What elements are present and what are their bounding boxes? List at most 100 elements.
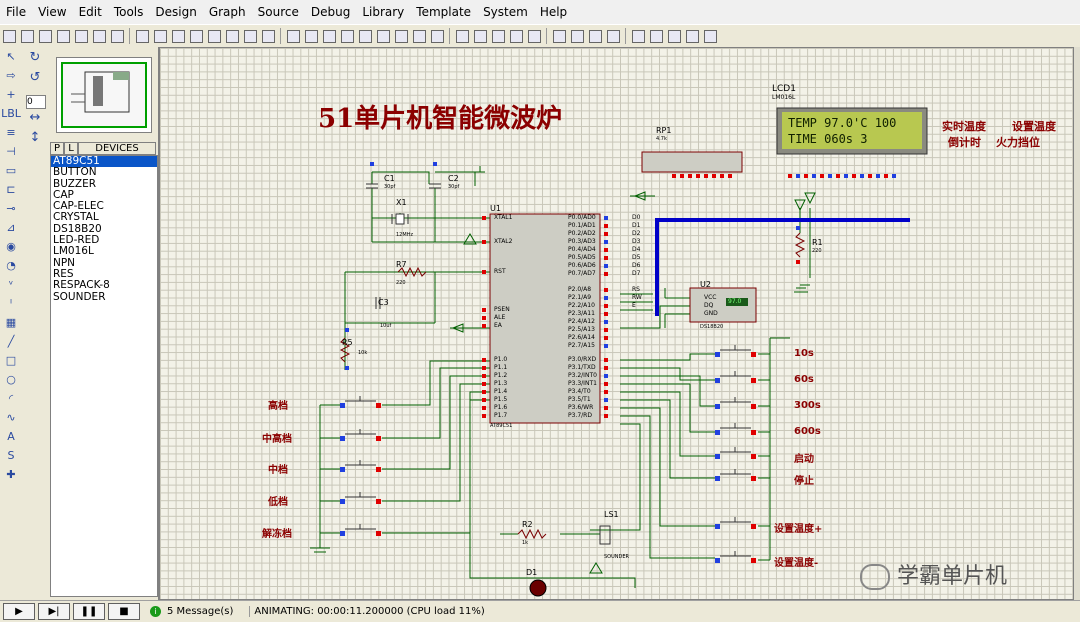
redo-icon[interactable] — [303, 28, 319, 44]
probe-voltage-icon[interactable]: ᵛ — [0, 275, 22, 294]
animation-status: ANIMATING: 00:00:11.200000 (CPU load 11%… — [249, 606, 485, 617]
zoom-all-icon[interactable] — [242, 28, 258, 44]
make-device-icon[interactable] — [472, 28, 488, 44]
junction-icon[interactable]: + — [0, 85, 22, 104]
cut-icon[interactable] — [321, 28, 337, 44]
block-copy-icon[interactable] — [375, 28, 391, 44]
erc-icon[interactable] — [684, 28, 700, 44]
zoom-out-icon[interactable] — [224, 28, 240, 44]
block-move-icon[interactable] — [393, 28, 409, 44]
copy-icon[interactable] — [339, 28, 355, 44]
stop-button[interactable]: ■ — [108, 603, 140, 620]
menu-design[interactable]: Design — [149, 0, 202, 24]
search-icon[interactable] — [551, 28, 567, 44]
device-list[interactable]: AT89C51 BUTTON BUZZER CAP CAP-ELEC CRYSTAL DS1… — [50, 155, 158, 597]
device-item[interactable]: BUTTON — [51, 166, 157, 178]
property-assign-icon[interactable] — [569, 28, 585, 44]
box-icon[interactable]: □ — [0, 351, 22, 370]
design-explorer-icon[interactable] — [587, 28, 603, 44]
new-icon[interactable] — [1, 28, 17, 44]
grid-icon[interactable] — [152, 28, 168, 44]
vertical-scrollbar[interactable] — [1074, 47, 1080, 600]
bus-icon[interactable]: ⊣ — [0, 142, 22, 161]
marker-icon[interactable]: ✚ — [0, 465, 22, 484]
pin-icon[interactable]: ⊸ — [0, 199, 22, 218]
u1-pin-right: P0.3/AD3 — [568, 238, 596, 245]
mirror-x-icon[interactable]: ↔ — [22, 107, 48, 127]
bom-icon[interactable] — [666, 28, 682, 44]
push-button — [340, 396, 381, 408]
rotate-ccw-icon[interactable]: ↺ — [22, 67, 48, 87]
menu-edit[interactable]: Edit — [73, 0, 108, 24]
tab-libraries[interactable]: L — [64, 142, 78, 155]
overview-window[interactable] — [56, 57, 152, 133]
play-button[interactable]: ▶ — [3, 603, 35, 620]
wire-label-icon[interactable]: LBL — [0, 104, 22, 123]
circle-icon[interactable]: ○ — [0, 370, 22, 389]
menu-help[interactable]: Help — [534, 0, 573, 24]
device-item[interactable]: RESPACK-8 — [51, 279, 157, 291]
menu-template[interactable]: Template — [410, 0, 477, 24]
menu-source[interactable]: Source — [252, 0, 305, 24]
pin-marker — [604, 296, 608, 300]
menu-debug[interactable]: Debug — [305, 0, 356, 24]
rotate-cw-icon[interactable]: ↻ — [22, 47, 48, 67]
menu-library[interactable]: Library — [356, 0, 410, 24]
block-delete-icon[interactable] — [429, 28, 445, 44]
zoom-area-icon[interactable] — [260, 28, 276, 44]
print-area-icon[interactable] — [109, 28, 125, 44]
import-icon[interactable] — [55, 28, 71, 44]
right-button-label: 启动 — [794, 454, 814, 465]
remove-sheet-icon[interactable] — [630, 28, 646, 44]
subcircuit-icon[interactable]: ▭ — [0, 161, 22, 180]
new-sheet-icon[interactable] — [605, 28, 621, 44]
virtual-instrument-icon[interactable]: ▦ — [0, 313, 22, 332]
mirror-y-icon[interactable]: ↕ — [22, 127, 48, 147]
menu-file[interactable]: File — [0, 0, 32, 24]
menu-view[interactable]: View — [32, 0, 72, 24]
pin-marker — [796, 174, 800, 178]
tape-icon[interactable]: ◉ — [0, 237, 22, 256]
wire-autorouter-icon[interactable] — [526, 28, 542, 44]
path-icon[interactable]: ∿ — [0, 408, 22, 427]
menu-graph[interactable]: Graph — [203, 0, 252, 24]
open-icon[interactable] — [19, 28, 35, 44]
device-item[interactable]: SOUNDER — [51, 291, 157, 303]
exit-to-parent-icon[interactable] — [648, 28, 664, 44]
print-icon[interactable] — [91, 28, 107, 44]
save-icon[interactable] — [37, 28, 53, 44]
pick-icon[interactable] — [454, 28, 470, 44]
pan-icon[interactable] — [188, 28, 204, 44]
text-script-icon[interactable]: ≡ — [0, 123, 22, 142]
refresh-icon[interactable] — [134, 28, 150, 44]
arc-icon[interactable]: ◜ — [0, 389, 22, 408]
schematic-canvas[interactable]: 51单片机智能微波炉 LCD1 LM016L TEMP 97.0'C 100 T… — [159, 47, 1074, 600]
decompose-icon[interactable] — [508, 28, 524, 44]
origin-icon[interactable] — [170, 28, 186, 44]
right-button-label: 设置温度+ — [774, 524, 823, 535]
messages-count[interactable]: 5 Message(s) — [167, 606, 233, 617]
zoom-in-icon[interactable] — [206, 28, 222, 44]
pause-button[interactable]: ❚❚ — [73, 603, 105, 620]
graph-icon[interactable]: ⊿ — [0, 218, 22, 237]
export-icon[interactable] — [73, 28, 89, 44]
device-item[interactable]: LM016L — [51, 246, 157, 258]
menu-tools[interactable]: Tools — [108, 0, 150, 24]
generator-icon[interactable]: ◔ — [0, 256, 22, 275]
menu-system[interactable]: System — [477, 0, 534, 24]
probe-current-icon[interactable]: ᴵ — [0, 294, 22, 313]
netlist-icon[interactable] — [702, 28, 718, 44]
step-button[interactable]: ▶| — [38, 603, 70, 620]
text-icon[interactable]: A — [0, 427, 22, 446]
component-icon[interactable]: ⇨ — [0, 66, 22, 85]
symbol-icon[interactable]: S — [0, 446, 22, 465]
tab-pick-devices[interactable]: P — [50, 142, 64, 155]
line-icon[interactable]: ╱ — [0, 332, 22, 351]
rotation-angle-input[interactable]: 0 — [26, 95, 46, 109]
select-icon[interactable]: ↖ — [0, 47, 22, 66]
paste-icon[interactable] — [357, 28, 373, 44]
block-rotate-icon[interactable] — [411, 28, 427, 44]
terminal-icon[interactable]: ⊏ — [0, 180, 22, 199]
undo-icon[interactable] — [285, 28, 301, 44]
packaging-icon[interactable] — [490, 28, 506, 44]
